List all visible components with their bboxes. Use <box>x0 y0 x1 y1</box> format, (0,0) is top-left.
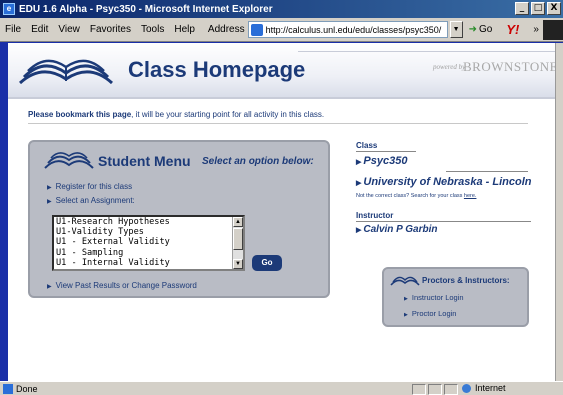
bookmark-notice-bold: Please bookmark this page <box>28 110 132 119</box>
bookmark-notice: Please bookmark this page, it will be yo… <box>28 110 324 119</box>
close-button[interactable]: X <box>547 2 561 15</box>
address-url[interactable]: http://calculus.unl.edu/edu/classes/psyc… <box>266 25 442 35</box>
menu-favorites[interactable]: Favorites <box>85 24 136 35</box>
header-divider <box>8 97 555 99</box>
scroll-up-icon[interactable]: ▲ <box>233 217 243 227</box>
past-results-link[interactable]: ▶ View Past Results or Change Password <box>47 281 197 290</box>
page-icon <box>250 23 263 36</box>
instructor-divider <box>356 221 531 222</box>
proctor-login-label: Proctor Login <box>411 309 457 318</box>
student-menu-title: Student Menu <box>98 153 191 169</box>
proctors-book-icon <box>390 276 420 286</box>
bullet-arrow-icon: ▶ <box>404 296 408 302</box>
security-zone: Internet <box>462 383 506 393</box>
menu-tools[interactable]: Tools <box>136 24 169 35</box>
bullet-arrow-icon: ▶ <box>47 284 52 290</box>
wrong-class-note: Not the correct class? Search for your c… <box>356 193 538 200</box>
bullet-arrow-icon: ▶ <box>356 159 362 166</box>
instructor-login-label: Instructor Login <box>411 293 464 302</box>
bullet-arrow-icon: ▶ <box>47 185 52 191</box>
status-bar: Done Internet <box>0 381 563 395</box>
zone-text: Internet <box>475 383 506 393</box>
student-menu-subtitle: Select an option below: <box>202 156 314 167</box>
bookmark-notice-rest: , it will be your starting point for all… <box>131 110 325 119</box>
bullet-arrow-icon: ▶ <box>356 180 362 187</box>
class-name-text: Psyc350 <box>363 155 408 167</box>
university-name-text: University of Nebraska - Lincoln <box>363 176 532 188</box>
list-item[interactable]: U1 - External Validity <box>54 237 243 247</box>
class-divider-right <box>446 171 528 172</box>
proctors-panel: Proctors & Instructors: ▶ Instructor Logi… <box>382 267 529 327</box>
page-title: Class Homepage <box>128 57 306 82</box>
address-go-button[interactable]: ➜ Go <box>469 24 493 35</box>
list-item[interactable]: U1 - Sampling <box>54 248 243 258</box>
go-arrow-icon: ➜ <box>468 24 477 35</box>
page-status-icon <box>3 383 13 394</box>
menu-file[interactable]: File <box>0 24 26 35</box>
list-item[interactable]: U1-Research Hypotheses <box>54 217 243 227</box>
window-title: EDU 1.6 Alpha - Psyc350 - Microsoft Inte… <box>19 3 273 15</box>
status-cell <box>444 384 458 395</box>
browser-toolbar: File Edit View Favorites Tools Help Addr… <box>0 18 563 42</box>
powered-by-text: powered by <box>433 63 466 71</box>
scroll-down-icon[interactable]: ▼ <box>233 259 243 269</box>
maximize-button[interactable]: □ <box>531 2 545 15</box>
listbox-scrollbar[interactable]: ▲ ▼ <box>232 217 243 269</box>
select-assignment-text: Select an Assignment: <box>55 196 135 205</box>
status-text: Done <box>16 383 38 394</box>
student-menu-book-icon <box>44 152 94 169</box>
window-controls: _ □ X <box>515 2 561 15</box>
notice-divider <box>28 123 528 124</box>
open-book-logo-icon <box>18 59 114 85</box>
register-link[interactable]: ▶ Register for this class <box>47 182 132 191</box>
window-title-bar: e EDU 1.6 Alpha - Psyc350 - Microsoft In… <box>0 0 563 18</box>
status-cell <box>412 384 426 395</box>
student-menu-panel: Student Menu Select an option below: ▶ Re… <box>28 140 330 298</box>
proctors-title: Proctors & Instructors: <box>422 276 510 285</box>
class-name: ▶ Psyc350 <box>356 155 407 167</box>
search-class-link[interactable]: here. <box>464 193 477 199</box>
bullet-arrow-icon: ▶ <box>47 199 52 205</box>
wrong-class-text: Not the correct class? Search for your c… <box>356 193 463 199</box>
address-input[interactable]: http://calculus.unl.edu/edu/classes/psyc… <box>247 21 448 38</box>
class-label: Class <box>356 141 378 150</box>
address-label: Address <box>207 24 245 35</box>
status-cell <box>428 384 442 395</box>
menu-view[interactable]: View <box>53 24 85 35</box>
page-viewport: Class Homepage powered by BROWNSTONE Ple… <box>8 43 555 381</box>
minimize-button[interactable]: _ <box>515 2 529 15</box>
instructor-login-link[interactable]: ▶ Instructor Login <box>404 293 464 302</box>
brownstone-logo: BROWNSTONE <box>463 59 555 74</box>
windows-logo-icon <box>543 20 563 40</box>
yahoo-toolbar-icon[interactable]: Y! <box>506 22 519 37</box>
address-go-label: Go <box>479 24 493 35</box>
toolbar-more-chevron[interactable]: » <box>533 24 539 35</box>
select-assignment-label: ▶ Select an Assignment: <box>47 196 135 205</box>
bullet-arrow-icon: ▶ <box>404 312 408 318</box>
menu-edit[interactable]: Edit <box>26 24 53 35</box>
instructor-name-text: Calvin P Garbin <box>363 224 438 235</box>
globe-icon <box>462 383 471 393</box>
list-item[interactable]: U1 - Internal Validity <box>54 258 243 268</box>
ie-app-icon: e <box>3 3 15 15</box>
go-button[interactable]: Go <box>252 255 282 271</box>
menu-help[interactable]: Help <box>169 24 200 35</box>
address-dropdown-icon[interactable]: ▼ <box>449 21 463 38</box>
bullet-arrow-icon: ▶ <box>356 227 362 234</box>
instructor-name: ▶ Calvin P Garbin <box>356 224 437 235</box>
instructor-label: Instructor <box>356 211 394 220</box>
scroll-thumb[interactable] <box>233 228 243 250</box>
list-item[interactable]: U1-Validity Types <box>54 227 243 237</box>
page-scrollbar[interactable] <box>555 43 563 381</box>
class-divider <box>356 151 416 152</box>
register-link-label: Register for this class <box>55 182 133 191</box>
university-name: ▶ University of Nebraska - Lincoln <box>356 176 532 188</box>
header-divider-top <box>298 51 555 52</box>
assignment-listbox[interactable]: U1-Research Hypotheses U1-Validity Types… <box>52 215 245 271</box>
proctor-login-link[interactable]: ▶ Proctor Login <box>404 309 456 318</box>
past-results-link-label: View Past Results or Change Password <box>55 281 197 290</box>
